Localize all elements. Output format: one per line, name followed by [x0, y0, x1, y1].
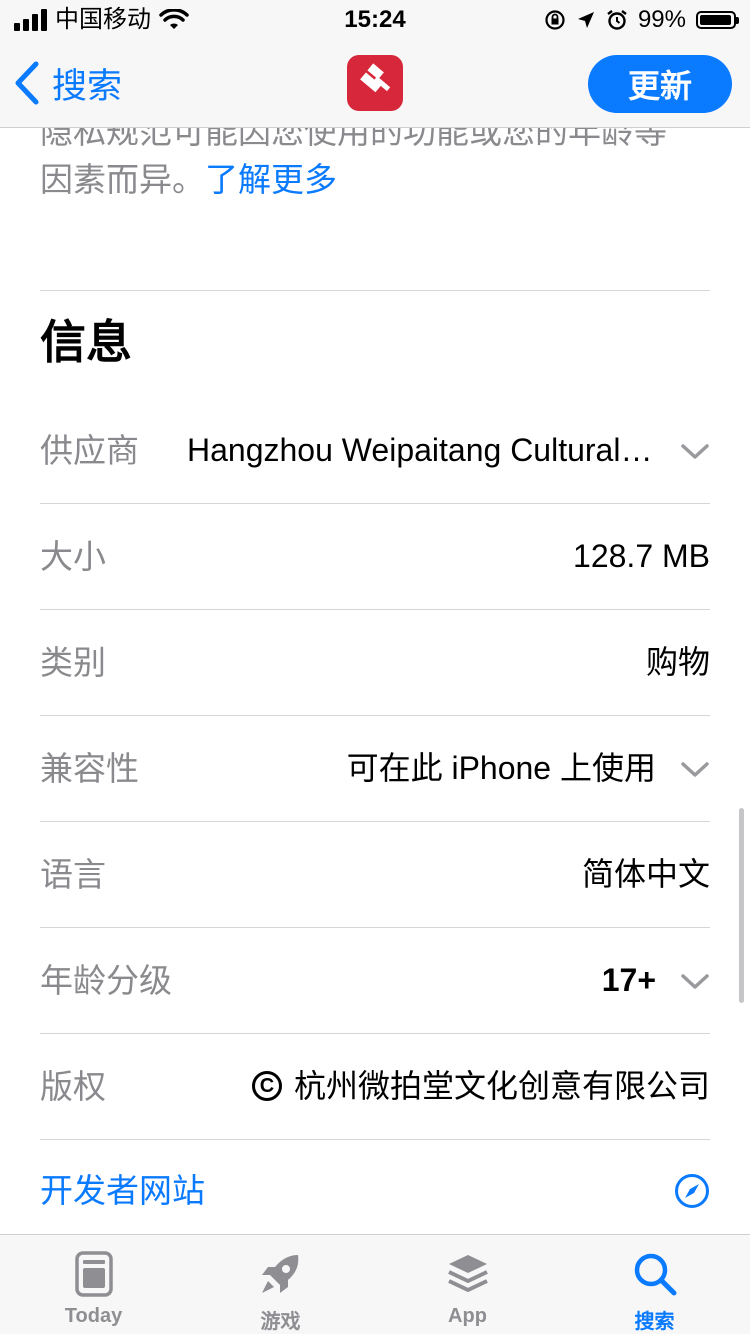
info-label: 年龄分级	[40, 962, 172, 999]
info-label: 版权	[40, 1068, 106, 1105]
privacy-line-2: 因素而异。了解更多	[40, 156, 710, 204]
info-row-language: 语言 简体中文	[40, 822, 710, 928]
layers-icon	[447, 1255, 488, 1292]
copyright-text: 杭州微拍堂文化创意有限公司	[293, 1068, 710, 1104]
tab-label: App	[448, 1305, 487, 1327]
info-label: 语言	[40, 856, 106, 893]
copyright-icon: C	[251, 1070, 282, 1101]
chevron-down-icon	[681, 444, 709, 459]
privacy-note: 隐私规范可能因您使用的功能或您的年龄等 因素而异。了解更多	[40, 128, 710, 204]
tab-label: 游戏	[260, 1311, 301, 1333]
status-right: 99%	[544, 6, 739, 34]
rotation-lock-icon	[545, 10, 565, 30]
alarm-icon	[607, 10, 627, 30]
info-label: 兼容性	[40, 750, 139, 787]
info-row-category: 类别 购物	[40, 610, 710, 716]
location-arrow-icon	[577, 12, 594, 28]
tab-label: 搜索	[634, 1311, 675, 1333]
tab-games[interactable]: 游戏	[187, 1235, 374, 1334]
info-section-title: 信息	[40, 316, 132, 368]
privacy-line-2-text: 因素而异。	[40, 161, 205, 198]
privacy-line-1: 隐私规范可能因您使用的功能或您的年龄等	[40, 128, 667, 150]
status-bar: 中国移动 15:24 99%	[0, 0, 750, 40]
today-icon	[74, 1251, 113, 1297]
tab-today[interactable]: Today	[0, 1235, 187, 1334]
back-button-label: 搜索	[52, 66, 123, 106]
size-value: 128.7 MB	[573, 538, 710, 574]
section-divider	[40, 290, 710, 291]
language-value: 简体中文	[581, 856, 710, 892]
app-icon	[347, 55, 403, 111]
tab-bar: Today 游戏 App 搜索	[0, 1234, 750, 1334]
info-row-copyright: 版权 C 杭州微拍堂文化创意有限公司	[40, 1034, 710, 1140]
hammer-gavel-icon	[360, 63, 391, 93]
developer-website-label: 开发者网站	[40, 1172, 205, 1209]
rocket-icon	[261, 1255, 298, 1293]
update-button[interactable]: 更新	[588, 55, 732, 113]
chevron-left-icon	[15, 61, 39, 105]
age-rating-value: 17+	[601, 962, 656, 998]
info-row-size: 大小 128.7 MB	[40, 504, 710, 610]
chevron-down-icon	[681, 974, 709, 989]
scroll-indicator[interactable]	[739, 808, 744, 1003]
learn-more-link[interactable]: 了解更多	[205, 161, 337, 198]
navigation-bar: 搜索 更新	[0, 40, 750, 128]
back-button[interactable]: 搜索	[14, 58, 122, 108]
info-row-age-rating[interactable]: 年龄分级 17+	[40, 928, 710, 1034]
battery-icon	[696, 11, 739, 29]
copyright-value: C 杭州微拍堂文化创意有限公司	[251, 1034, 710, 1139]
info-label: 供应商	[40, 432, 139, 469]
info-row-compatibility[interactable]: 兼容性 可在此 iPhone 上使用	[40, 716, 710, 822]
battery-percent: 99%	[637, 6, 686, 33]
compass-icon	[675, 1174, 709, 1208]
info-row-provider[interactable]: 供应商 Hangzhou Weipaitang Cultural Creativ…	[40, 398, 710, 504]
tab-search[interactable]: 搜索	[561, 1235, 748, 1334]
tab-app[interactable]: App	[374, 1235, 561, 1334]
developer-website-link[interactable]: 开发者网站	[40, 1138, 710, 1234]
info-label: 大小	[40, 538, 106, 575]
chevron-down-icon	[681, 762, 709, 777]
category-value: 购物	[645, 644, 710, 680]
compatibility-value: 可在此 iPhone 上使用	[346, 750, 656, 786]
app-store-page: 中国移动 15:24 99% 搜索 更新 隐私规范可能因您使用的功能或您的年龄等…	[0, 0, 750, 1334]
provider-value: Hangzhou Weipaitang Cultural Creativity …	[187, 432, 656, 468]
tab-label: Today	[64, 1305, 123, 1327]
info-content: 隐私规范可能因您使用的功能或您的年龄等 因素而异。了解更多 信息 供应商 Han…	[0, 128, 750, 1234]
info-label: 类别	[40, 644, 106, 681]
search-icon	[634, 1253, 676, 1296]
